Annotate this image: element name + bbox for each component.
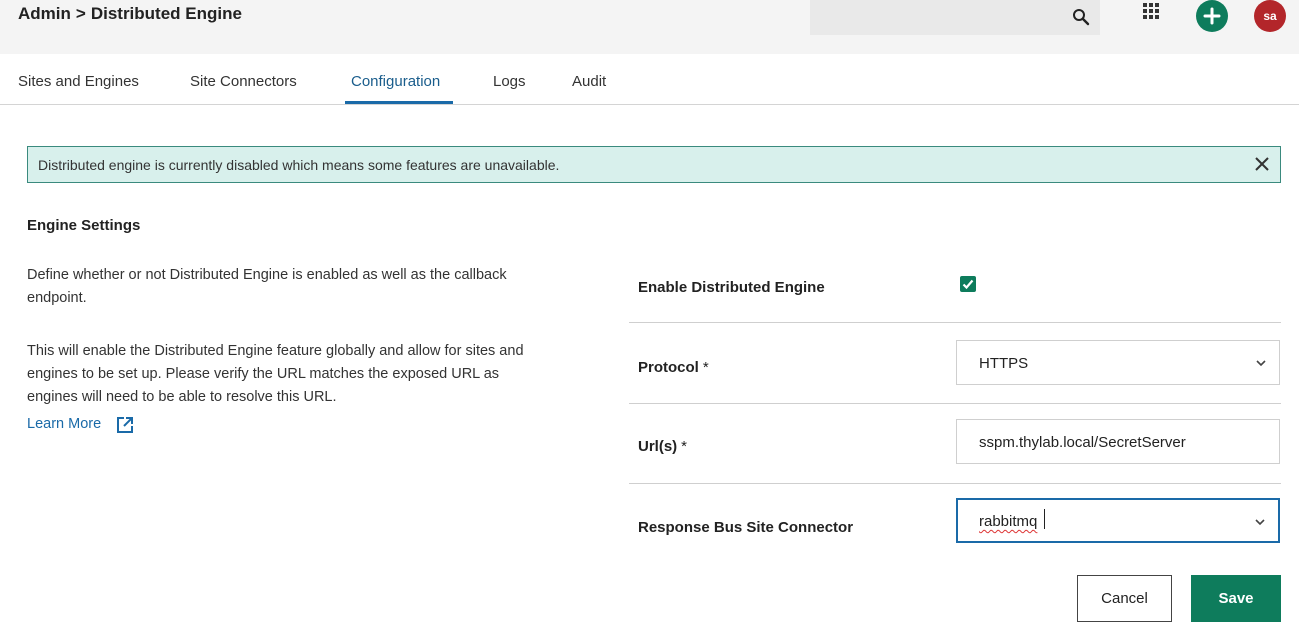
description-enable: Define whether or not Distributed Engine…	[27, 267, 507, 306]
save-button[interactable]: Save	[1191, 575, 1281, 622]
tab-audit[interactable]: Audit	[572, 73, 606, 90]
urls-value: sspm.thylab.local/SecretServer	[979, 434, 1186, 451]
protocol-label: Protocol *	[638, 359, 709, 376]
search-icon[interactable]	[1072, 8, 1090, 26]
cancel-button[interactable]: Cancel	[1077, 575, 1172, 622]
urls-input[interactable]: sspm.thylab.local/SecretServer	[956, 419, 1280, 464]
breadcrumb-current: Distributed Engine	[90, 4, 242, 23]
tab-sites-and-engines[interactable]: Sites and Engines	[18, 73, 139, 90]
breadcrumb: Admin > Distributed Engine	[18, 4, 242, 24]
chevron-down-icon	[1255, 519, 1265, 526]
protocol-select[interactable]: HTTPS	[956, 340, 1280, 385]
protocol-value: HTTPS	[979, 355, 1029, 372]
banner-text: Distributed engine is currently disabled…	[38, 157, 560, 173]
text-caret	[1044, 509, 1045, 529]
divider	[629, 322, 1281, 323]
enable-distributed-engine-checkbox[interactable]	[960, 276, 976, 292]
search-input[interactable]	[810, 0, 1100, 35]
tab-site-connectors[interactable]: Site Connectors	[190, 73, 297, 90]
tab-configuration[interactable]: Configuration	[351, 73, 440, 90]
urls-label: Url(s) *	[638, 438, 688, 455]
external-link-icon[interactable]	[116, 416, 134, 434]
top-header: Admin > Distributed Engine sa	[0, 0, 1299, 54]
close-icon[interactable]	[1254, 156, 1270, 172]
active-tab-indicator	[345, 101, 453, 104]
apps-grid-icon[interactable]	[1143, 3, 1159, 19]
section-title: Engine Settings	[27, 217, 141, 234]
breadcrumb-root[interactable]: Admin	[18, 4, 71, 23]
plus-icon	[1203, 7, 1221, 25]
divider	[629, 483, 1281, 484]
learn-more-link[interactable]: Learn More	[27, 416, 101, 432]
add-button[interactable]	[1196, 0, 1228, 32]
checkmark-icon	[962, 279, 974, 290]
description-details: This will enable the Distributed Engine …	[27, 343, 524, 405]
tab-bar: Sites and Engines Site Connectors Config…	[0, 54, 1299, 105]
enable-distributed-engine-label: Enable Distributed Engine	[638, 279, 825, 296]
tab-logs[interactable]: Logs	[493, 73, 526, 90]
response-bus-site-connector-label: Response Bus Site Connector	[638, 519, 854, 536]
avatar[interactable]: sa	[1254, 0, 1286, 32]
chevron-down-icon	[1256, 360, 1266, 367]
status-banner: Distributed engine is currently disabled…	[27, 146, 1281, 183]
response-bus-site-connector-select[interactable]: rabbitmq	[956, 498, 1280, 543]
divider	[629, 403, 1281, 404]
breadcrumb-separator: >	[75, 4, 86, 23]
connector-value: rabbitmq	[979, 513, 1038, 530]
